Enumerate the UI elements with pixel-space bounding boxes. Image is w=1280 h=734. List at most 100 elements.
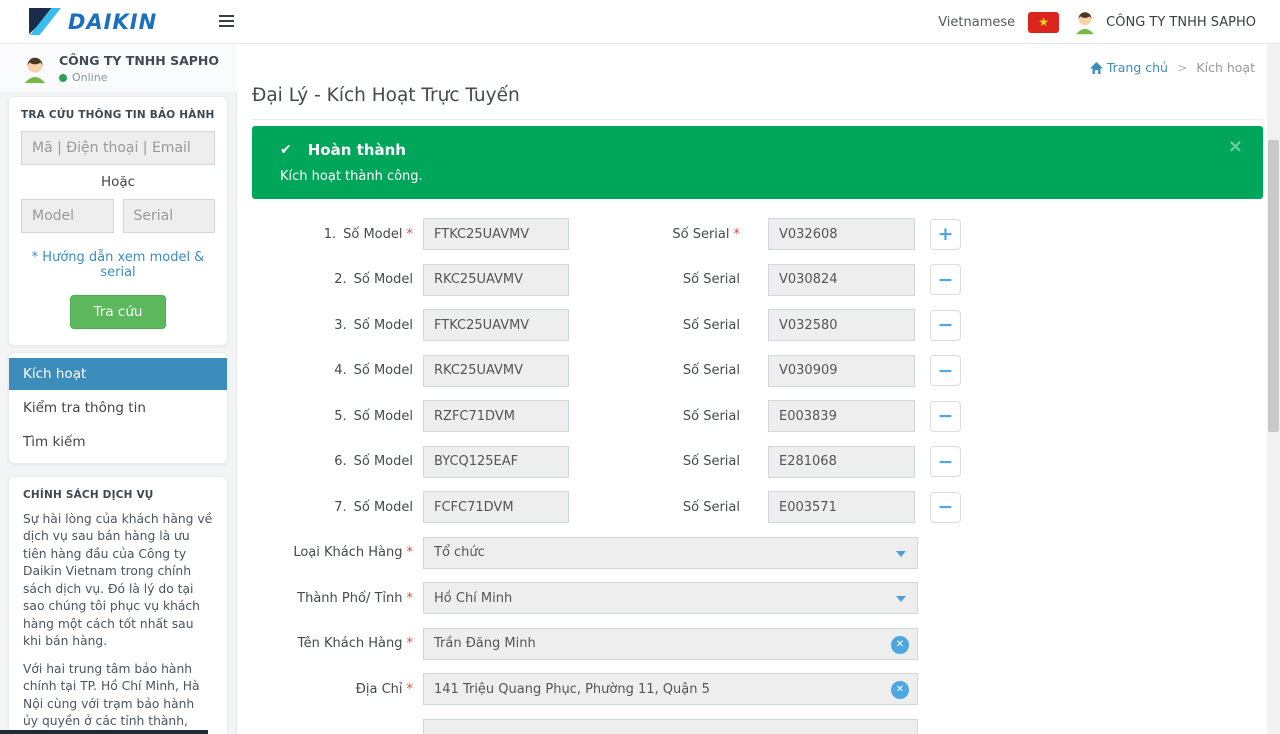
address-row: Địa Chỉ* 141 Triệu Quang Phục, Phường 11… [252, 673, 1263, 705]
city-select[interactable]: Hồ Chí Minh [423, 582, 918, 614]
service-policy-panel: CHÍNH SÁCH DỊCH VỤ Sự hài lòng của khách… [8, 476, 228, 734]
customer-name-input[interactable]: Trần Đăng Minh✕ [423, 628, 918, 660]
serial-input[interactable] [768, 309, 915, 341]
model-input[interactable] [423, 309, 569, 341]
page-title: Đại Lý - Kích Hoạt Trực Tuyến [252, 85, 1263, 120]
clear-input-icon[interactable]: ✕ [891, 681, 909, 699]
or-label: Hoặc [21, 174, 215, 190]
success-alert: ✔Hoàn thành Kích hoạt thành công. × [252, 126, 1263, 199]
online-status-dot [59, 74, 67, 82]
online-status-label: Online [72, 71, 107, 84]
avatar-icon [1072, 9, 1098, 35]
model-label: 6.Số Model [252, 454, 413, 469]
scrollbar-thumb[interactable] [1268, 140, 1279, 432]
lookup-panel-title: TRA CỨU THÔNG TIN BẢO HÀNH [21, 109, 215, 121]
activation-form: 1.Số Model* Số Serial* + 2.Số Model Số S… [252, 218, 1263, 734]
sidebar-item-kiem-tra-thong-tin[interactable]: Kiểm tra thông tin [9, 392, 227, 424]
daikin-logo[interactable]: DAIKIN [28, 7, 157, 36]
topbar-user-name: CÔNG TY TNHH SAPHO [1106, 15, 1256, 30]
remove-row-button[interactable]: − [930, 446, 961, 477]
sidebar-item-kich-hoat[interactable]: Kích hoạt [9, 358, 227, 390]
vertical-scrollbar [1267, 44, 1280, 734]
sidebar: CÔNG TY TNHH SAPHO Online TRA CỨU THÔNG … [0, 44, 237, 734]
sidebar-user-panel: CÔNG TY TNHH SAPHO Online [0, 44, 237, 92]
close-icon[interactable]: × [1228, 138, 1243, 156]
add-row-button[interactable]: + [930, 219, 961, 250]
serial-label: Số Serial [569, 272, 740, 287]
breadcrumb-current: Kích hoạt [1196, 60, 1255, 75]
sidebar-bottom-strip [0, 730, 208, 734]
model-serial-guide-link[interactable]: * Hướng dẫn xem model & serial [21, 250, 215, 280]
lookup-serial-input[interactable] [123, 199, 216, 233]
model-input[interactable] [423, 446, 569, 478]
device-row: 5.Số Model Số Serial − [252, 400, 1263, 432]
sidebar-user-name: CÔNG TY TNHH SAPHO [59, 53, 219, 68]
serial-input[interactable] [768, 400, 915, 432]
customer-type-label: Loại Khách Hàng* [252, 545, 413, 560]
breadcrumb-home-link[interactable]: Trang chủ [1090, 60, 1168, 75]
city-row: Thành Phố/ Tỉnh* Hồ Chí Minh [252, 582, 1263, 614]
remove-row-button[interactable]: − [930, 492, 961, 523]
device-row: 7.Số Model Số Serial − [252, 491, 1263, 523]
remove-row-button[interactable]: − [930, 264, 961, 295]
breadcrumb-separator: > [1177, 60, 1187, 75]
policy-paragraph: Sự hài lòng của khách hàng về dịch vụ sa… [23, 511, 213, 651]
remove-row-button[interactable]: − [930, 355, 961, 386]
daikin-logo-mark [28, 7, 61, 36]
clear-input-icon[interactable]: ✕ [891, 636, 909, 654]
address-input[interactable]: 141 Triệu Quang Phục, Phường 11, Quận 5✕ [423, 673, 918, 705]
sidebar-menu: Kích hoạt Kiểm tra thông tin Tìm kiếm [8, 352, 228, 464]
alert-title: Hoàn thành [308, 140, 406, 160]
serial-label: Số Serial [569, 500, 740, 515]
address-label: Địa Chỉ* [252, 682, 413, 697]
model-input[interactable] [423, 400, 569, 432]
user-menu[interactable]: CÔNG TY TNHH SAPHO [1072, 9, 1256, 35]
lookup-code-input[interactable] [21, 131, 215, 165]
policy-panel-title: CHÍNH SÁCH DỊCH VỤ [23, 489, 213, 501]
customer-type-select[interactable]: Tổ chức [423, 537, 918, 569]
serial-label: Số Serial [569, 454, 740, 469]
serial-label: Số Serial* [569, 227, 740, 242]
remove-row-button[interactable]: − [930, 310, 961, 341]
brand-text: DAIKIN [68, 10, 157, 34]
breadcrumb: Trang chủ > Kích hoạt [252, 60, 1255, 76]
serial-input[interactable] [768, 218, 915, 250]
main-content: Trang chủ > Kích hoạt Đại Lý - Kích Hoạt… [237, 44, 1280, 734]
topbar: DAIKIN Vietnamese ★ CÔNG TY TNHH SAPHO [0, 0, 1280, 44]
lookup-model-input[interactable] [21, 199, 114, 233]
device-row: 4.Số Model Số Serial − [252, 355, 1263, 387]
serial-input[interactable] [768, 491, 915, 523]
lookup-search-button[interactable]: Tra cứu [70, 295, 167, 329]
model-input[interactable] [423, 491, 569, 523]
serial-input[interactable] [768, 264, 915, 296]
device-row: 1.Số Model* Số Serial* + [252, 218, 1263, 250]
serial-label: Số Serial [569, 363, 740, 378]
model-input[interactable] [423, 355, 569, 387]
serial-input[interactable] [768, 355, 915, 387]
model-label: 4.Số Model [252, 363, 413, 378]
avatar-icon [20, 54, 50, 84]
serial-label: Số Serial [569, 409, 740, 424]
topbar-right: Vietnamese ★ CÔNG TY TNHH SAPHO [938, 0, 1256, 44]
model-input[interactable] [423, 264, 569, 296]
model-label: 5.Số Model [252, 409, 413, 424]
vietnam-flag-icon[interactable]: ★ [1028, 12, 1059, 33]
customer-name-label: Tên Khách Hàng* [252, 636, 413, 651]
language-label[interactable]: Vietnamese [938, 15, 1015, 30]
device-row: 6.Số Model Số Serial − [252, 446, 1263, 478]
hamburger-menu-icon[interactable] [216, 13, 236, 31]
serial-input[interactable] [768, 446, 915, 478]
model-label: 2.Số Model [252, 272, 413, 287]
serial-label: Số Serial [569, 318, 740, 333]
sidebar-item-tim-kiem[interactable]: Tìm kiếm [9, 426, 227, 458]
home-icon [1090, 62, 1103, 74]
model-label: 1.Số Model* [252, 227, 413, 242]
partial-input[interactable] [423, 719, 918, 734]
device-row: 3.Số Model Số Serial − [252, 309, 1263, 341]
check-icon: ✔ [280, 140, 292, 160]
device-row: 2.Số Model Số Serial − [252, 264, 1263, 296]
customer-name-row: Tên Khách Hàng* Trần Đăng Minh✕ [252, 628, 1263, 660]
model-input[interactable] [423, 218, 569, 250]
model-label: 7.Số Model [252, 500, 413, 515]
remove-row-button[interactable]: − [930, 401, 961, 432]
